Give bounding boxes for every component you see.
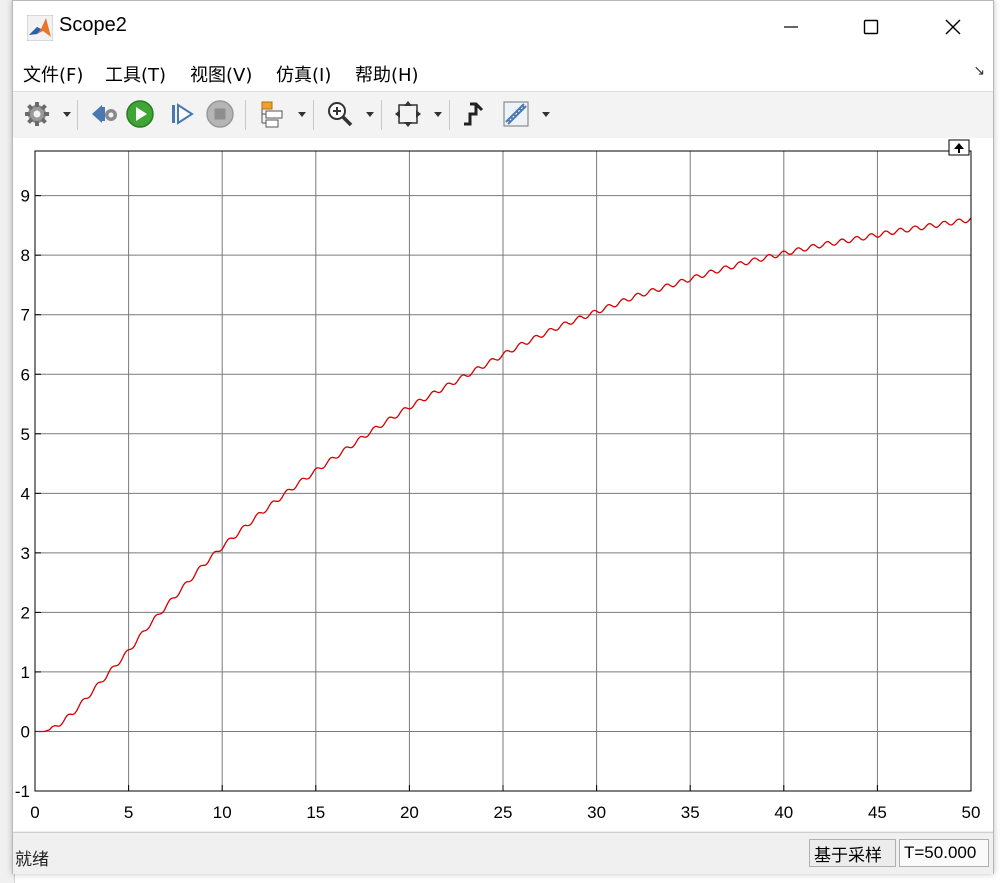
toolbar-separator xyxy=(381,100,382,130)
scope-window: Scope2 文件(F) 工具(T) 视图(V) 仿真(I) 帮助(H) ↘ 0… xyxy=(12,0,994,874)
stop-icon xyxy=(206,100,234,128)
gear-icon xyxy=(25,102,49,126)
status-time: T=50.000 xyxy=(899,839,989,867)
menu-simulation[interactable]: 仿真(I) xyxy=(276,61,331,87)
y-tick-label: 1 xyxy=(21,663,30,682)
status-sample-mode: 基于采样 xyxy=(809,839,896,867)
scope-chart[interactable]: 0 5 10 15 20 25 30 35 40 45 50-10123456789 xyxy=(13,138,993,831)
toolbar xyxy=(13,91,993,139)
x-tick-label: 45 xyxy=(868,803,887,822)
highlight-button[interactable] xyxy=(457,98,491,130)
y-tick-label: 6 xyxy=(21,365,30,384)
x-tick-label: 50 xyxy=(962,803,981,822)
stop-button[interactable] xyxy=(203,98,237,130)
settings-dropdown-icon[interactable] xyxy=(63,112,71,117)
plot-area[interactable]: 0 5 10 15 20 25 30 35 40 45 50 -1 0 1 2 3 4 5 6 7 8 9 xyxy=(13,138,993,831)
status-bar: 就绪 基于采样 T=50.000 xyxy=(13,832,993,874)
x-tick-label: 20 xyxy=(400,803,419,822)
y-tick-label: 4 xyxy=(21,484,30,503)
menu-bar: 文件(F) 工具(T) 视图(V) 仿真(I) 帮助(H) ↘ xyxy=(13,53,993,91)
step-forward-button[interactable] xyxy=(165,98,199,130)
measure-button[interactable] xyxy=(499,98,533,130)
menu-view[interactable]: 视图(V) xyxy=(190,61,252,87)
step-back-button[interactable] xyxy=(87,98,121,130)
y-tick-label: -1 xyxy=(15,782,30,801)
y-tick-label: 9 xyxy=(21,187,30,206)
close-icon xyxy=(945,19,961,35)
signal-dropdown-icon[interactable] xyxy=(298,112,306,117)
x-tick-label: 0 xyxy=(30,803,39,822)
title-bar[interactable]: Scope2 xyxy=(13,1,993,53)
signal-hierarchy-button[interactable] xyxy=(255,98,289,130)
toolbar-separator xyxy=(77,100,78,130)
autoscale-dropdown-icon[interactable] xyxy=(434,112,442,117)
x-tick-label: 40 xyxy=(774,803,793,822)
zoom-dropdown-icon[interactable] xyxy=(366,112,374,117)
toolbar-separator xyxy=(245,100,246,130)
step-forward-icon xyxy=(172,103,194,125)
zoom-button[interactable] xyxy=(323,98,357,130)
x-tick-label: 5 xyxy=(124,803,133,822)
x-tick-label: 10 xyxy=(213,803,232,822)
run-button[interactable] xyxy=(123,98,157,130)
measure-icon xyxy=(503,101,529,127)
minimize-button[interactable] xyxy=(761,1,821,53)
step-back-icon xyxy=(92,105,117,123)
maximize-button[interactable] xyxy=(841,1,901,53)
toolbar-separator xyxy=(313,100,314,130)
x-tick-label: 35 xyxy=(681,803,700,822)
y-tick-label: 3 xyxy=(21,544,30,563)
window-title: Scope2 xyxy=(59,14,127,36)
autoscale-button[interactable] xyxy=(391,98,425,130)
menu-tools[interactable]: 工具(T) xyxy=(105,61,166,87)
run-icon xyxy=(126,100,154,128)
x-tick-label: 30 xyxy=(587,803,606,822)
y-tick-label: 0 xyxy=(21,722,30,741)
y-tick-label: 7 xyxy=(21,306,30,325)
minimize-icon xyxy=(784,26,798,28)
y-tick-label: 2 xyxy=(21,603,30,622)
x-tick-label: 25 xyxy=(494,803,513,822)
close-button[interactable] xyxy=(923,1,983,53)
menu-help[interactable]: 帮助(H) xyxy=(355,61,419,87)
y-tick-label: 8 xyxy=(21,246,30,265)
maximize-icon xyxy=(863,19,879,35)
undock-arrow-icon[interactable]: ↘ xyxy=(973,63,985,79)
zoom-icon xyxy=(328,102,353,127)
measure-dropdown-icon[interactable] xyxy=(542,112,550,117)
toolbar-separator xyxy=(449,100,450,130)
status-ready: 就绪 xyxy=(15,850,49,870)
matlab-logo-icon xyxy=(27,15,53,41)
highlight-icon xyxy=(464,102,484,126)
y-tick-label: 5 xyxy=(21,425,30,444)
x-tick-label: 15 xyxy=(306,803,325,822)
menu-file[interactable]: 文件(F) xyxy=(23,61,83,87)
autoscale-icon xyxy=(395,101,421,127)
settings-button[interactable] xyxy=(21,98,53,130)
signal-hierarchy-icon xyxy=(261,101,283,128)
